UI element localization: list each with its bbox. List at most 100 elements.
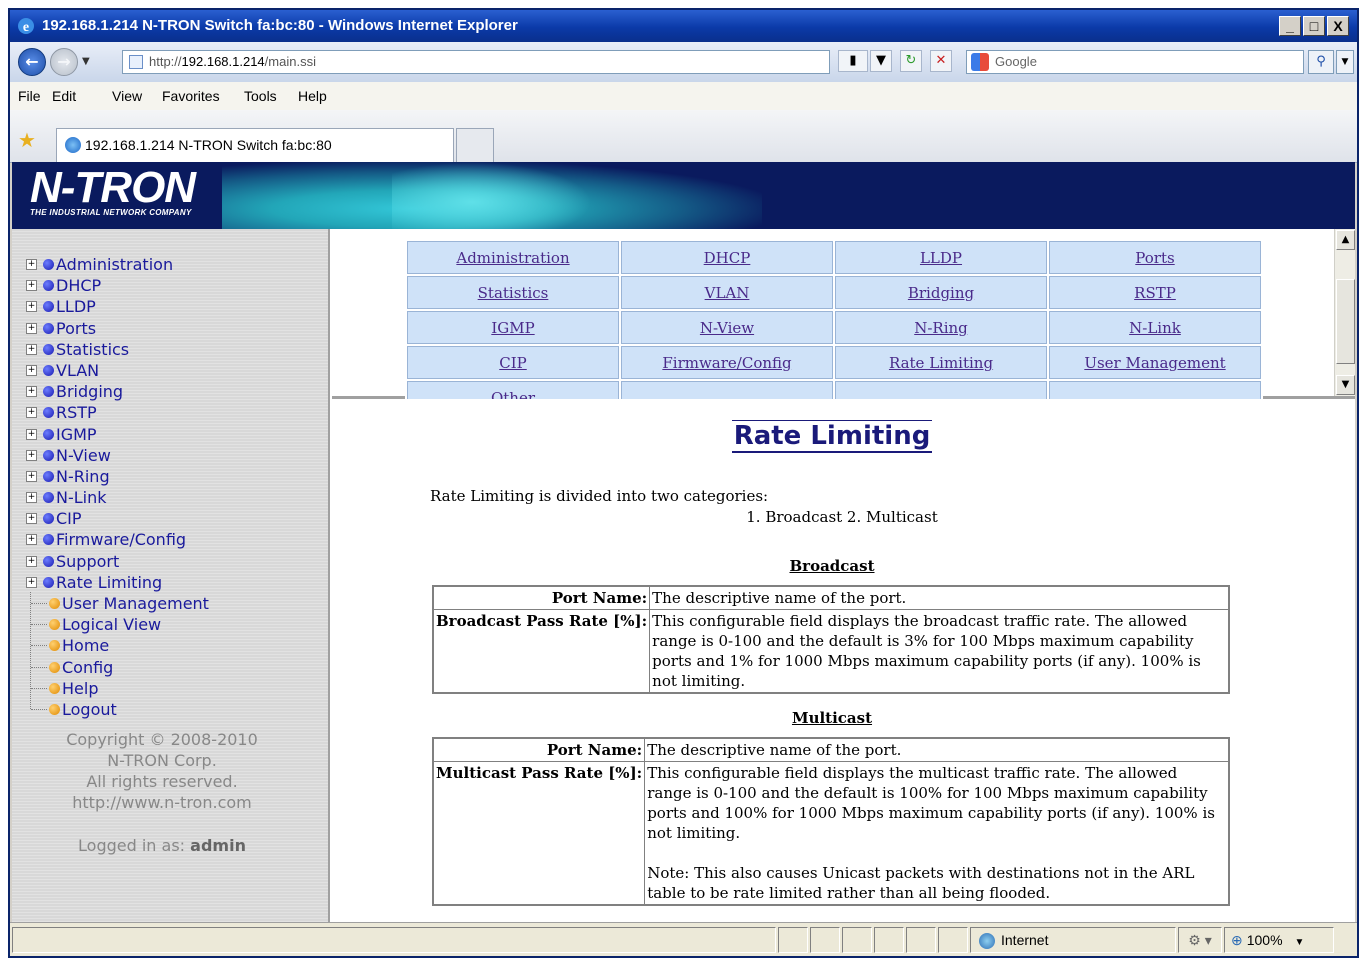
sidebar-item-label[interactable]: Administration	[56, 255, 173, 274]
menu-help[interactable]: Help	[298, 88, 327, 104]
sidebar-item-label[interactable]: Bridging	[56, 382, 123, 401]
expand-icon[interactable]: +	[26, 280, 37, 292]
sidebar-item[interactable]: + Support	[26, 550, 209, 571]
sidebar-item-label[interactable]: VLAN	[56, 361, 99, 380]
help-link[interactable]: User Management	[1084, 354, 1225, 372]
sidebar-item[interactable]: + LLDP	[26, 295, 209, 316]
sidebar-item[interactable]: + Ports	[26, 317, 209, 338]
scroll-thumb[interactable]	[1336, 279, 1355, 364]
sidebar-item[interactable]: Home	[26, 634, 209, 655]
sidebar-item[interactable]: Help	[26, 677, 209, 698]
help-link[interactable]: RSTP	[1134, 284, 1176, 302]
sidebar-item[interactable]: Logout	[26, 698, 209, 719]
sidebar-item-label[interactable]: N-View	[56, 446, 111, 465]
sidebar-item[interactable]: Logical View	[26, 613, 209, 634]
sidebar-item-label[interactable]: CIP	[56, 509, 82, 528]
menu-favorites[interactable]: Favorites	[162, 88, 220, 104]
forward-button[interactable]: →	[50, 48, 78, 76]
sidebar-item[interactable]: + Administration	[26, 253, 209, 274]
sidebar-item[interactable]: User Management	[26, 592, 209, 613]
help-link[interactable]: VLAN	[705, 284, 750, 302]
url-input[interactable]: http://192.168.1.214/main.ssi	[122, 50, 830, 74]
sidebar-item-label[interactable]: Logical View	[62, 615, 161, 634]
menu-tools[interactable]: Tools	[244, 88, 277, 104]
help-link[interactable]: N-Link	[1129, 319, 1181, 337]
refresh-icon[interactable]: ↻	[900, 50, 922, 72]
sidebar-item-label[interactable]: Statistics	[56, 340, 129, 359]
sidebar-item-label[interactable]: User Management	[62, 594, 209, 613]
sidebar-item[interactable]: + N-Ring	[26, 465, 209, 486]
search-icon[interactable]: ⚲	[1308, 50, 1334, 74]
sidebar-item[interactable]: + Rate Limiting	[26, 571, 209, 592]
security-zone[interactable]: Internet	[970, 927, 1176, 953]
zoom-control[interactable]: ⊕ 100% ▼	[1224, 927, 1334, 953]
sidebar-item-label[interactable]: Help	[62, 679, 98, 698]
help-link[interactable]: Bridging	[908, 284, 974, 302]
sidebar-item-label[interactable]: Support	[56, 552, 119, 571]
search-input[interactable]: Google	[966, 50, 1304, 74]
sidebar-item[interactable]: + Bridging	[26, 380, 209, 401]
sidebar-item-label[interactable]: IGMP	[56, 425, 97, 444]
sidebar-item[interactable]: Config	[26, 656, 209, 677]
sidebar-item-label[interactable]: Config	[62, 658, 113, 677]
sidebar-item-label[interactable]: N-Link	[56, 488, 107, 507]
sidebar-item[interactable]: + Firmware/Config	[26, 528, 209, 549]
maximize-button[interactable]: □	[1303, 16, 1325, 36]
tab-active[interactable]: 192.168.1.214 N-TRON Switch fa:bc:80	[56, 128, 454, 162]
sidebar-item-label[interactable]: Firmware/Config	[56, 530, 186, 549]
help-link[interactable]: IGMP	[491, 319, 534, 337]
expand-icon[interactable]: +	[26, 513, 37, 525]
address-dropdown-icon[interactable]: ▼	[870, 50, 892, 72]
help-link[interactable]: Administration	[456, 249, 569, 267]
sidebar-item-label[interactable]: Ports	[56, 319, 96, 338]
sidebar-item-label[interactable]: Logout	[62, 700, 117, 719]
sidebar-item[interactable]: + CIP	[26, 507, 209, 528]
sidebar-item[interactable]: + RSTP	[26, 401, 209, 422]
compatibility-view-icon[interactable]: ▮	[838, 50, 868, 72]
minimize-button[interactable]: _	[1279, 16, 1301, 36]
expand-icon[interactable]: +	[26, 386, 37, 398]
close-button[interactable]: X	[1327, 16, 1349, 36]
help-link[interactable]: LLDP	[920, 249, 962, 267]
stop-icon[interactable]: ✕	[930, 50, 952, 72]
recent-pages-dropdown-icon[interactable]: ▼	[82, 56, 90, 67]
expand-icon[interactable]: +	[26, 364, 37, 376]
sidebar-item[interactable]: + N-Link	[26, 486, 209, 507]
sidebar-item-label[interactable]: N-Ring	[56, 467, 110, 486]
expand-icon[interactable]: +	[26, 492, 37, 504]
sidebar-item-label[interactable]: Home	[62, 636, 109, 655]
sidebar-item-label[interactable]: Rate Limiting	[56, 573, 162, 592]
help-link[interactable]: N-View	[700, 319, 754, 337]
sidebar-item[interactable]: + IGMP	[26, 423, 209, 444]
expand-icon[interactable]: +	[26, 407, 37, 419]
expand-icon[interactable]: +	[26, 576, 37, 588]
expand-icon[interactable]: +	[26, 470, 37, 482]
sidebar-item-label[interactable]: DHCP	[56, 276, 101, 295]
sidebar-item-label[interactable]: LLDP	[56, 297, 96, 316]
expand-icon[interactable]: +	[26, 259, 37, 270]
help-links-scrollbar[interactable]: ▲ ▼	[1334, 229, 1355, 396]
back-button[interactable]: ←	[18, 48, 46, 76]
help-link[interactable]: Firmware/Config	[662, 354, 791, 372]
help-link[interactable]: Rate Limiting	[889, 354, 993, 372]
scroll-down-icon[interactable]: ▼	[1336, 375, 1355, 395]
menu-edit[interactable]: Edit	[52, 88, 76, 104]
sidebar-item-label[interactable]: RSTP	[56, 403, 97, 422]
expand-icon[interactable]: +	[26, 322, 37, 334]
help-link[interactable]: Ports	[1135, 249, 1174, 267]
menu-view[interactable]: View	[112, 88, 142, 104]
help-link[interactable]: CIP	[499, 354, 527, 372]
expand-icon[interactable]: +	[26, 428, 37, 440]
protected-mode-icon[interactable]: ⚙ ▾	[1178, 927, 1222, 953]
sidebar-item[interactable]: + Statistics	[26, 338, 209, 359]
scroll-up-icon[interactable]: ▲	[1336, 230, 1355, 250]
expand-icon[interactable]: +	[26, 555, 37, 567]
menu-file[interactable]: File	[18, 88, 41, 104]
help-link[interactable]: Statistics	[478, 284, 549, 302]
sidebar-item[interactable]: + VLAN	[26, 359, 209, 380]
expand-icon[interactable]: +	[26, 343, 37, 355]
search-options-icon[interactable]: ▼	[1336, 50, 1354, 74]
new-tab-button[interactable]	[456, 128, 494, 162]
help-link[interactable]: N-Ring	[914, 319, 968, 337]
expand-icon[interactable]: +	[26, 534, 37, 546]
